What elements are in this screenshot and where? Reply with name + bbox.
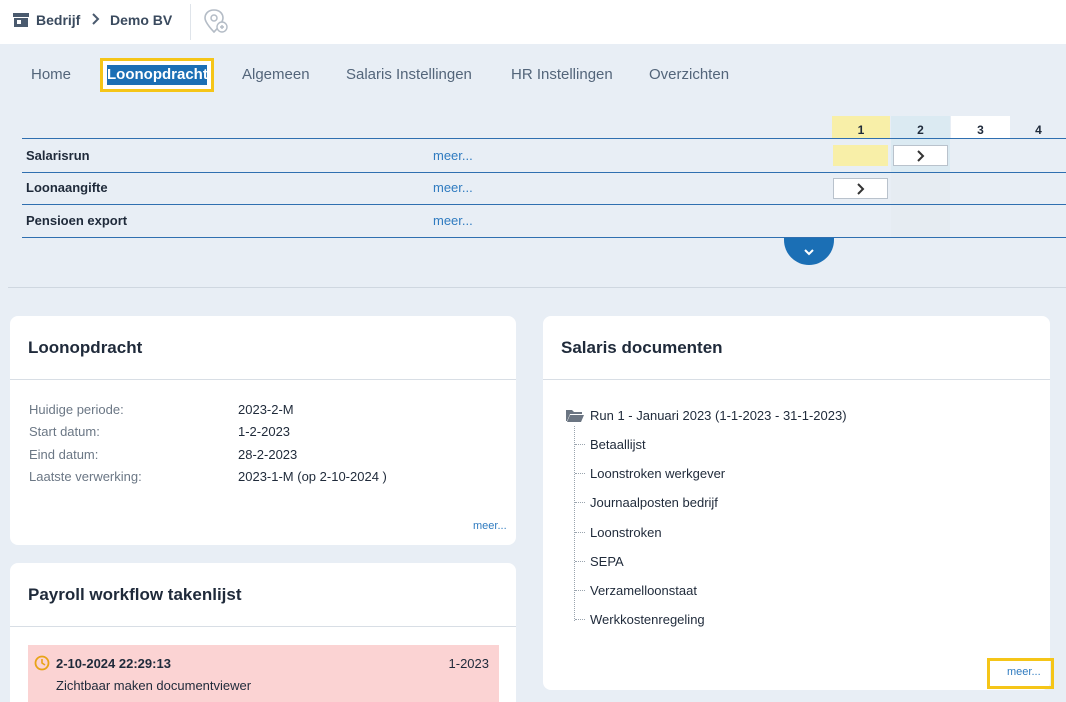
loonopdracht-more-link[interactable]: meer... [473,520,507,532]
tree-connector [575,532,585,533]
row-divider [22,138,1066,139]
row-label-salarisrun: Salarisrun [26,148,90,163]
card-divider [10,626,516,627]
field-label: Start datum: [29,424,100,439]
row-divider [22,204,1066,205]
workflow-grid: 1 2 3 4 Salarisrun meer... Loonaangifte … [22,116,1066,238]
col-2-lower-bg [891,173,950,238]
card-title: Payroll workflow takenlijst [28,585,242,604]
store-icon[interactable] [12,12,30,28]
card-title: Salaris documenten [561,338,723,357]
takenlijst-card: Payroll workflow takenlijst 2-10-2024 22… [10,563,516,702]
breadcrumb-company[interactable]: Bedrijf [36,12,80,28]
col-header-3: 3 [977,123,984,137]
field-label: Huidige periode: [29,402,124,417]
tree-item-betaallijst[interactable]: Betaallijst [590,437,646,452]
field-value: 2023-2-M [238,402,294,417]
card-divider [543,379,1050,380]
tree-item-sepa[interactable]: SEPA [590,554,624,569]
breadcrumb-current[interactable]: Demo BV [110,12,172,28]
row-divider [22,237,1066,238]
row-label-pensioen-export: Pensioen export [26,213,128,228]
tab-hr-instellingen[interactable]: HR Instellingen [511,66,613,83]
loonaangifte-next-button[interactable] [833,178,888,199]
chevron-right-icon [856,182,864,195]
field-label: Laatste verwerking: [29,469,142,484]
salaris-documenten-card: Salaris documenten Run 1 - Januari 2023 … [543,316,1050,690]
col-header-4: 4 [1035,123,1042,137]
tree-connector [575,444,585,445]
field-value: 2023-1-M (op 2-10-2024 ) [238,469,387,484]
location-pin-icon[interactable] [203,7,229,35]
tree-item-werkkostenregeling[interactable]: Werkkostenregeling [590,612,705,627]
tab-overzichten[interactable]: Overzichten [649,66,729,83]
tree-item-verzamelloonstaat[interactable]: Verzamelloonstaat [590,583,697,598]
col-header-2: 2 [917,123,924,137]
task-time: 2-10-2024 22:29:13 [56,656,171,671]
task-period: 1-2023 [448,656,489,671]
row-label-loonaangifte: Loonaangifte [26,180,108,195]
tree-item-loonstroken[interactable]: Loonstroken [590,525,662,540]
tree-line [574,426,575,621]
field-label: Eind datum: [29,447,99,462]
tab-salaris-instellingen[interactable]: Salaris Instellingen [346,66,472,83]
tree-connector [575,619,585,620]
section-divider [8,287,1066,288]
tree-connector [575,561,585,562]
salarisrun-step-1-done [833,145,888,166]
field-value: 1-2-2023 [238,424,291,439]
task-item[interactable]: 2-10-2024 22:29:13 1-2023 Zichtbaar make… [28,645,499,702]
tree-item-loonstroken-werkgever[interactable]: Loonstroken werkgever [590,466,725,481]
divider [190,4,191,40]
card-divider [10,379,516,380]
tree-root-run[interactable]: Run 1 - Januari 2023 (1-1-2023 - 31-1-20… [590,408,847,423]
top-bar: Bedrijf Demo BV [0,0,1066,44]
row-more-salarisrun[interactable]: meer... [433,148,473,163]
expand-grid-button[interactable] [784,238,834,265]
loonopdracht-card: Loonopdracht Huidige periode: 2023-2-M S… [10,316,516,545]
row-more-pensioen-export[interactable]: meer... [433,213,473,228]
more-link-highlight [987,658,1054,689]
task-description: Zichtbaar maken documentviewer [56,678,252,693]
tree-connector [575,473,585,474]
col-header-1: 1 [857,123,865,137]
tree-connector [575,502,585,503]
tab-loonopdracht-highlight: Loonopdracht [100,58,214,92]
chevron-right-icon [916,149,924,162]
chevron-down-icon [804,248,814,255]
field-value: 28-2-2023 [238,447,298,462]
row-divider [22,172,1066,173]
salarisrun-next-button[interactable] [893,145,948,166]
tree-item-journaalposten[interactable]: Journaalposten bedrijf [590,495,718,510]
card-title: Loonopdracht [28,338,143,357]
tab-algemeen[interactable]: Algemeen [242,66,310,83]
tree-connector [575,590,585,591]
row-more-loonaangifte[interactable]: meer... [433,180,473,195]
clock-icon [34,655,50,671]
tab-loonopdracht[interactable]: Loonopdracht [107,65,208,85]
tab-home[interactable]: Home [31,66,71,83]
chevron-right-icon [92,13,100,25]
folder-open-icon[interactable] [565,407,585,423]
